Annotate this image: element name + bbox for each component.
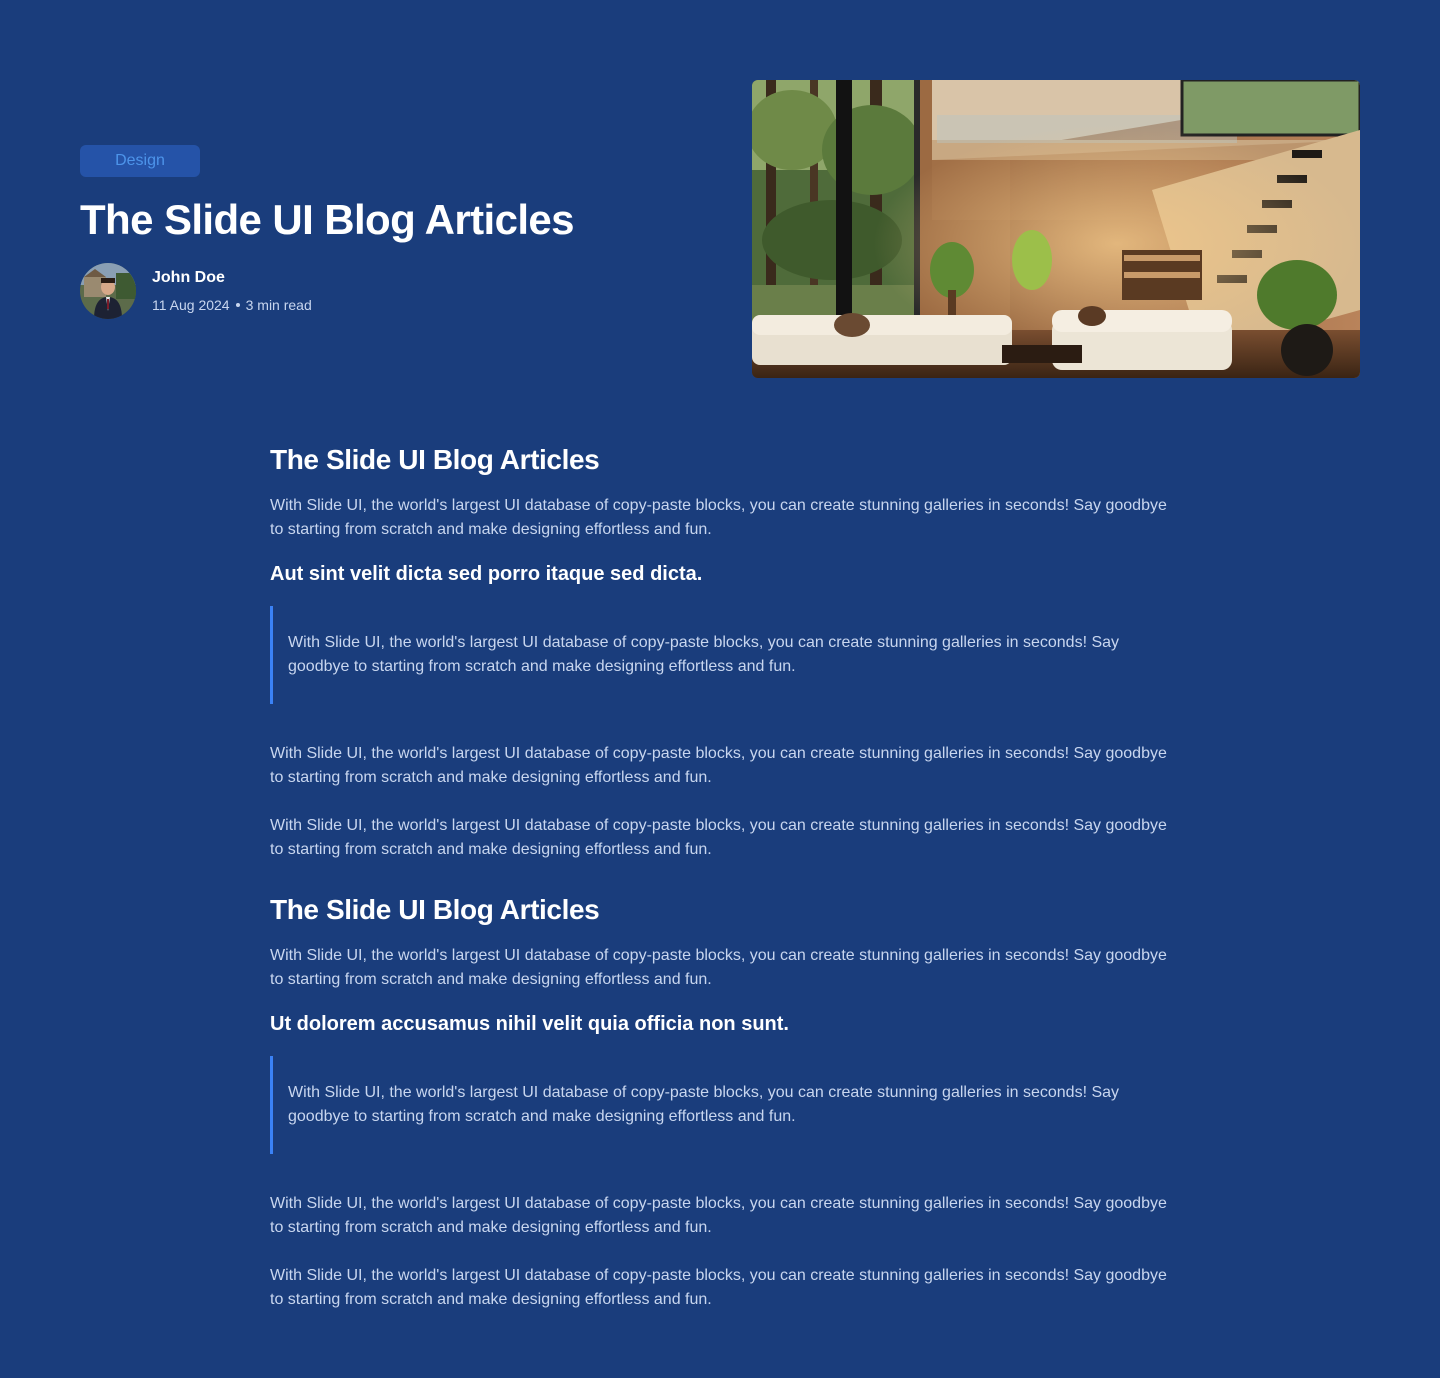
author-name[interactable]: John Doe — [152, 268, 312, 288]
section-intro: With Slide UI, the world's largest UI da… — [270, 497, 1167, 538]
section-intro: With Slide UI, the world's largest UI da… — [270, 947, 1167, 988]
category-tag[interactable]: Design — [80, 145, 200, 177]
paragraph: With Slide UI, the world's largest UI da… — [270, 1195, 1167, 1236]
hero: Design The Slide UI Blog Articles John D… — [80, 80, 1360, 378]
blockquote: With Slide UI, the world's largest UI da… — [270, 606, 1170, 704]
author-meta: John Doe 11 Aug 2024 3 min read — [152, 268, 312, 314]
hero-info: Design The Slide UI Blog Articles John D… — [80, 145, 575, 319]
post-date: 11 Aug 2024 — [152, 297, 230, 313]
article-section-2: The Slide UI Blog Articles With Slide UI… — [270, 890, 1170, 1312]
interior-photo — [752, 80, 1360, 378]
paragraph: With Slide UI, the world's largest UI da… — [270, 817, 1167, 858]
paragraph: With Slide UI, the world's largest UI da… — [270, 745, 1167, 786]
post-meta: 11 Aug 2024 3 min read — [152, 296, 312, 314]
section-title: The Slide UI Blog Articles — [270, 444, 600, 475]
section-subheading: Ut dolorem accusamus nihil velit quia of… — [270, 1013, 789, 1035]
author-block: John Doe 11 Aug 2024 3 min read — [80, 263, 574, 319]
paragraph: With Slide UI, the world's largest UI da… — [270, 1267, 1167, 1308]
blog-page: Design The Slide UI Blog Articles John D… — [0, 0, 1440, 1378]
hero-image — [752, 80, 1360, 378]
page-title: The Slide UI Blog Articles — [80, 196, 575, 243]
avatar[interactable] — [80, 263, 136, 319]
article-body: The Slide UI Blog Articles With Slide UI… — [270, 440, 1170, 1312]
article-section-1: The Slide UI Blog Articles With Slide UI… — [270, 440, 1170, 862]
separator-dot-icon — [235, 303, 240, 307]
avatar-image — [80, 263, 136, 319]
section-title: The Slide UI Blog Articles — [270, 894, 600, 925]
read-time: 3 min read — [245, 297, 312, 313]
blockquote: With Slide UI, the world's largest UI da… — [270, 1056, 1170, 1154]
section-subheading: Aut sint velit dicta sed porro itaque se… — [270, 563, 703, 585]
